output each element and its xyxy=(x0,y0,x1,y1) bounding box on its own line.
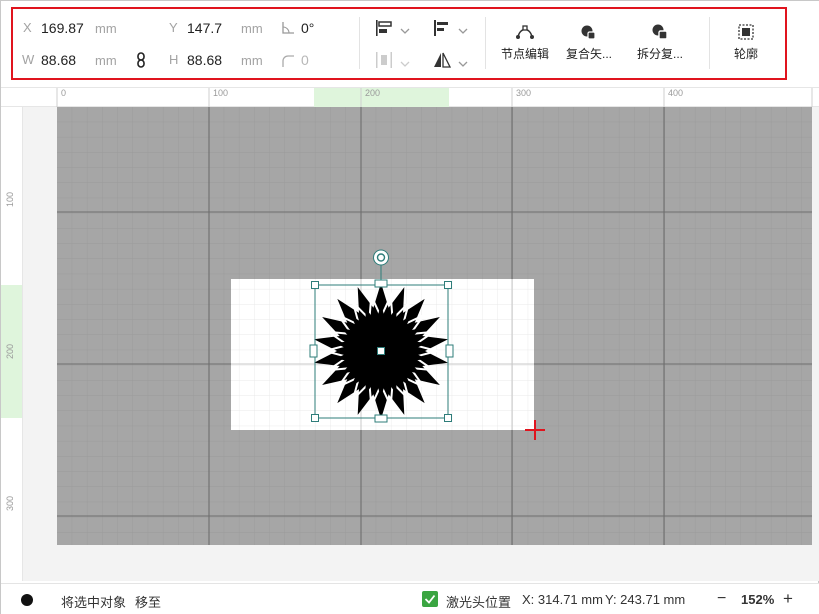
corner-radius-field[interactable]: 0 xyxy=(301,50,309,70)
resize-handle[interactable] xyxy=(374,279,388,288)
chevron-down-icon[interactable] xyxy=(458,22,468,40)
rotation-field[interactable]: 0° xyxy=(301,18,314,38)
combine-button[interactable]: 复合矢... xyxy=(557,23,621,62)
h-field[interactable]: 88.68 xyxy=(187,50,222,70)
x-label: X xyxy=(23,20,32,35)
combine-icon xyxy=(581,25,596,40)
status-bar: 将选中对象 移至 激光头位置 X: 314.71 mm Y: 243.71 mm… xyxy=(1,583,819,614)
aspect-lock-icon[interactable] xyxy=(136,52,146,73)
vertical-ruler: 100 200 300 xyxy=(1,107,23,581)
split-button[interactable]: 拆分复... xyxy=(628,23,692,62)
chevron-down-icon[interactable] xyxy=(458,55,468,73)
horizontal-ruler: 0 100 200 300 400 xyxy=(1,87,819,107)
center-handle[interactable] xyxy=(377,347,385,355)
rotate-handle-icon[interactable] xyxy=(373,249,389,266)
resize-handle[interactable] xyxy=(374,414,388,423)
zoom-out-button[interactable]: − xyxy=(717,590,726,608)
resize-handle[interactable] xyxy=(311,414,319,422)
ruler-ticks xyxy=(56,88,813,107)
x-unit: mm xyxy=(95,21,117,36)
w-field[interactable]: 88.68 xyxy=(41,50,76,70)
w-unit: mm xyxy=(95,53,117,68)
laser-position-label: 激光头位置 xyxy=(446,595,512,610)
align-top-icon[interactable] xyxy=(433,19,451,42)
laser-position-checkbox[interactable] xyxy=(422,591,438,607)
zoom-in-button[interactable]: + xyxy=(783,589,793,609)
w-label: W xyxy=(22,52,35,67)
outline-label: 轮廓 xyxy=(733,47,758,61)
ruler-label: 100 xyxy=(213,88,229,98)
checkmark-icon xyxy=(424,594,436,604)
resize-handle[interactable] xyxy=(444,414,452,422)
ruler-label: 400 xyxy=(668,88,684,98)
move-selected-label: 将选中对象 xyxy=(61,595,127,610)
split-label: 拆分复... xyxy=(636,47,683,61)
corner-radius-icon xyxy=(281,54,295,73)
move-to-link[interactable]: 移至 xyxy=(135,592,161,611)
design-canvas[interactable] xyxy=(57,107,812,545)
resize-handle[interactable] xyxy=(311,281,319,289)
resize-handle[interactable] xyxy=(445,344,454,358)
ruler-label: 300 xyxy=(516,88,532,98)
y-label: Y xyxy=(169,20,178,35)
y-field[interactable]: 147.7 xyxy=(187,18,222,38)
y-unit: mm xyxy=(241,21,263,36)
resize-handle[interactable] xyxy=(309,344,318,358)
ruler-label: 200 xyxy=(365,88,381,98)
node-edit-icon xyxy=(516,25,534,39)
color-indicator-icon xyxy=(21,594,33,606)
rotation-angle-icon xyxy=(281,21,295,40)
node-edit-button[interactable]: 节点编辑 xyxy=(493,23,557,62)
property-toolbar: X 169.87 mm Y 147.7 mm 0° W 88.68 mm H 8… xyxy=(1,1,819,87)
toolbar-divider xyxy=(359,17,360,69)
flip-icon[interactable] xyxy=(433,51,452,74)
toolbar-divider xyxy=(709,17,710,69)
zoom-level: 152% xyxy=(741,592,775,607)
ruler-label: 0 xyxy=(61,88,67,98)
distribute-icon[interactable] xyxy=(375,51,393,74)
x-field[interactable]: 169.87 xyxy=(41,18,84,38)
split-icon xyxy=(652,24,668,40)
ruler-label: 100 xyxy=(5,191,15,207)
align-left-objects-icon[interactable] xyxy=(375,19,393,42)
coord-y-readout: Y: 243.71 mm xyxy=(605,592,686,607)
toolbar-divider xyxy=(485,17,486,69)
chevron-down-icon[interactable] xyxy=(400,22,410,40)
ruler-label: 200 xyxy=(5,343,15,359)
h-unit: mm xyxy=(241,53,263,68)
chevron-down-icon[interactable] xyxy=(400,55,410,73)
ruler-label: 300 xyxy=(5,495,15,511)
outline-icon xyxy=(738,24,754,40)
h-label: H xyxy=(169,52,179,67)
node-edit-label: 节点编辑 xyxy=(500,47,549,61)
combine-label: 复合矢... xyxy=(565,47,612,61)
coord-x-readout: X: 314.71 mm xyxy=(522,592,603,607)
app-window: X 169.87 mm Y 147.7 mm 0° W 88.68 mm H 8… xyxy=(0,0,819,614)
outline-button[interactable]: 轮廓 xyxy=(714,23,778,62)
resize-handle[interactable] xyxy=(444,281,452,289)
